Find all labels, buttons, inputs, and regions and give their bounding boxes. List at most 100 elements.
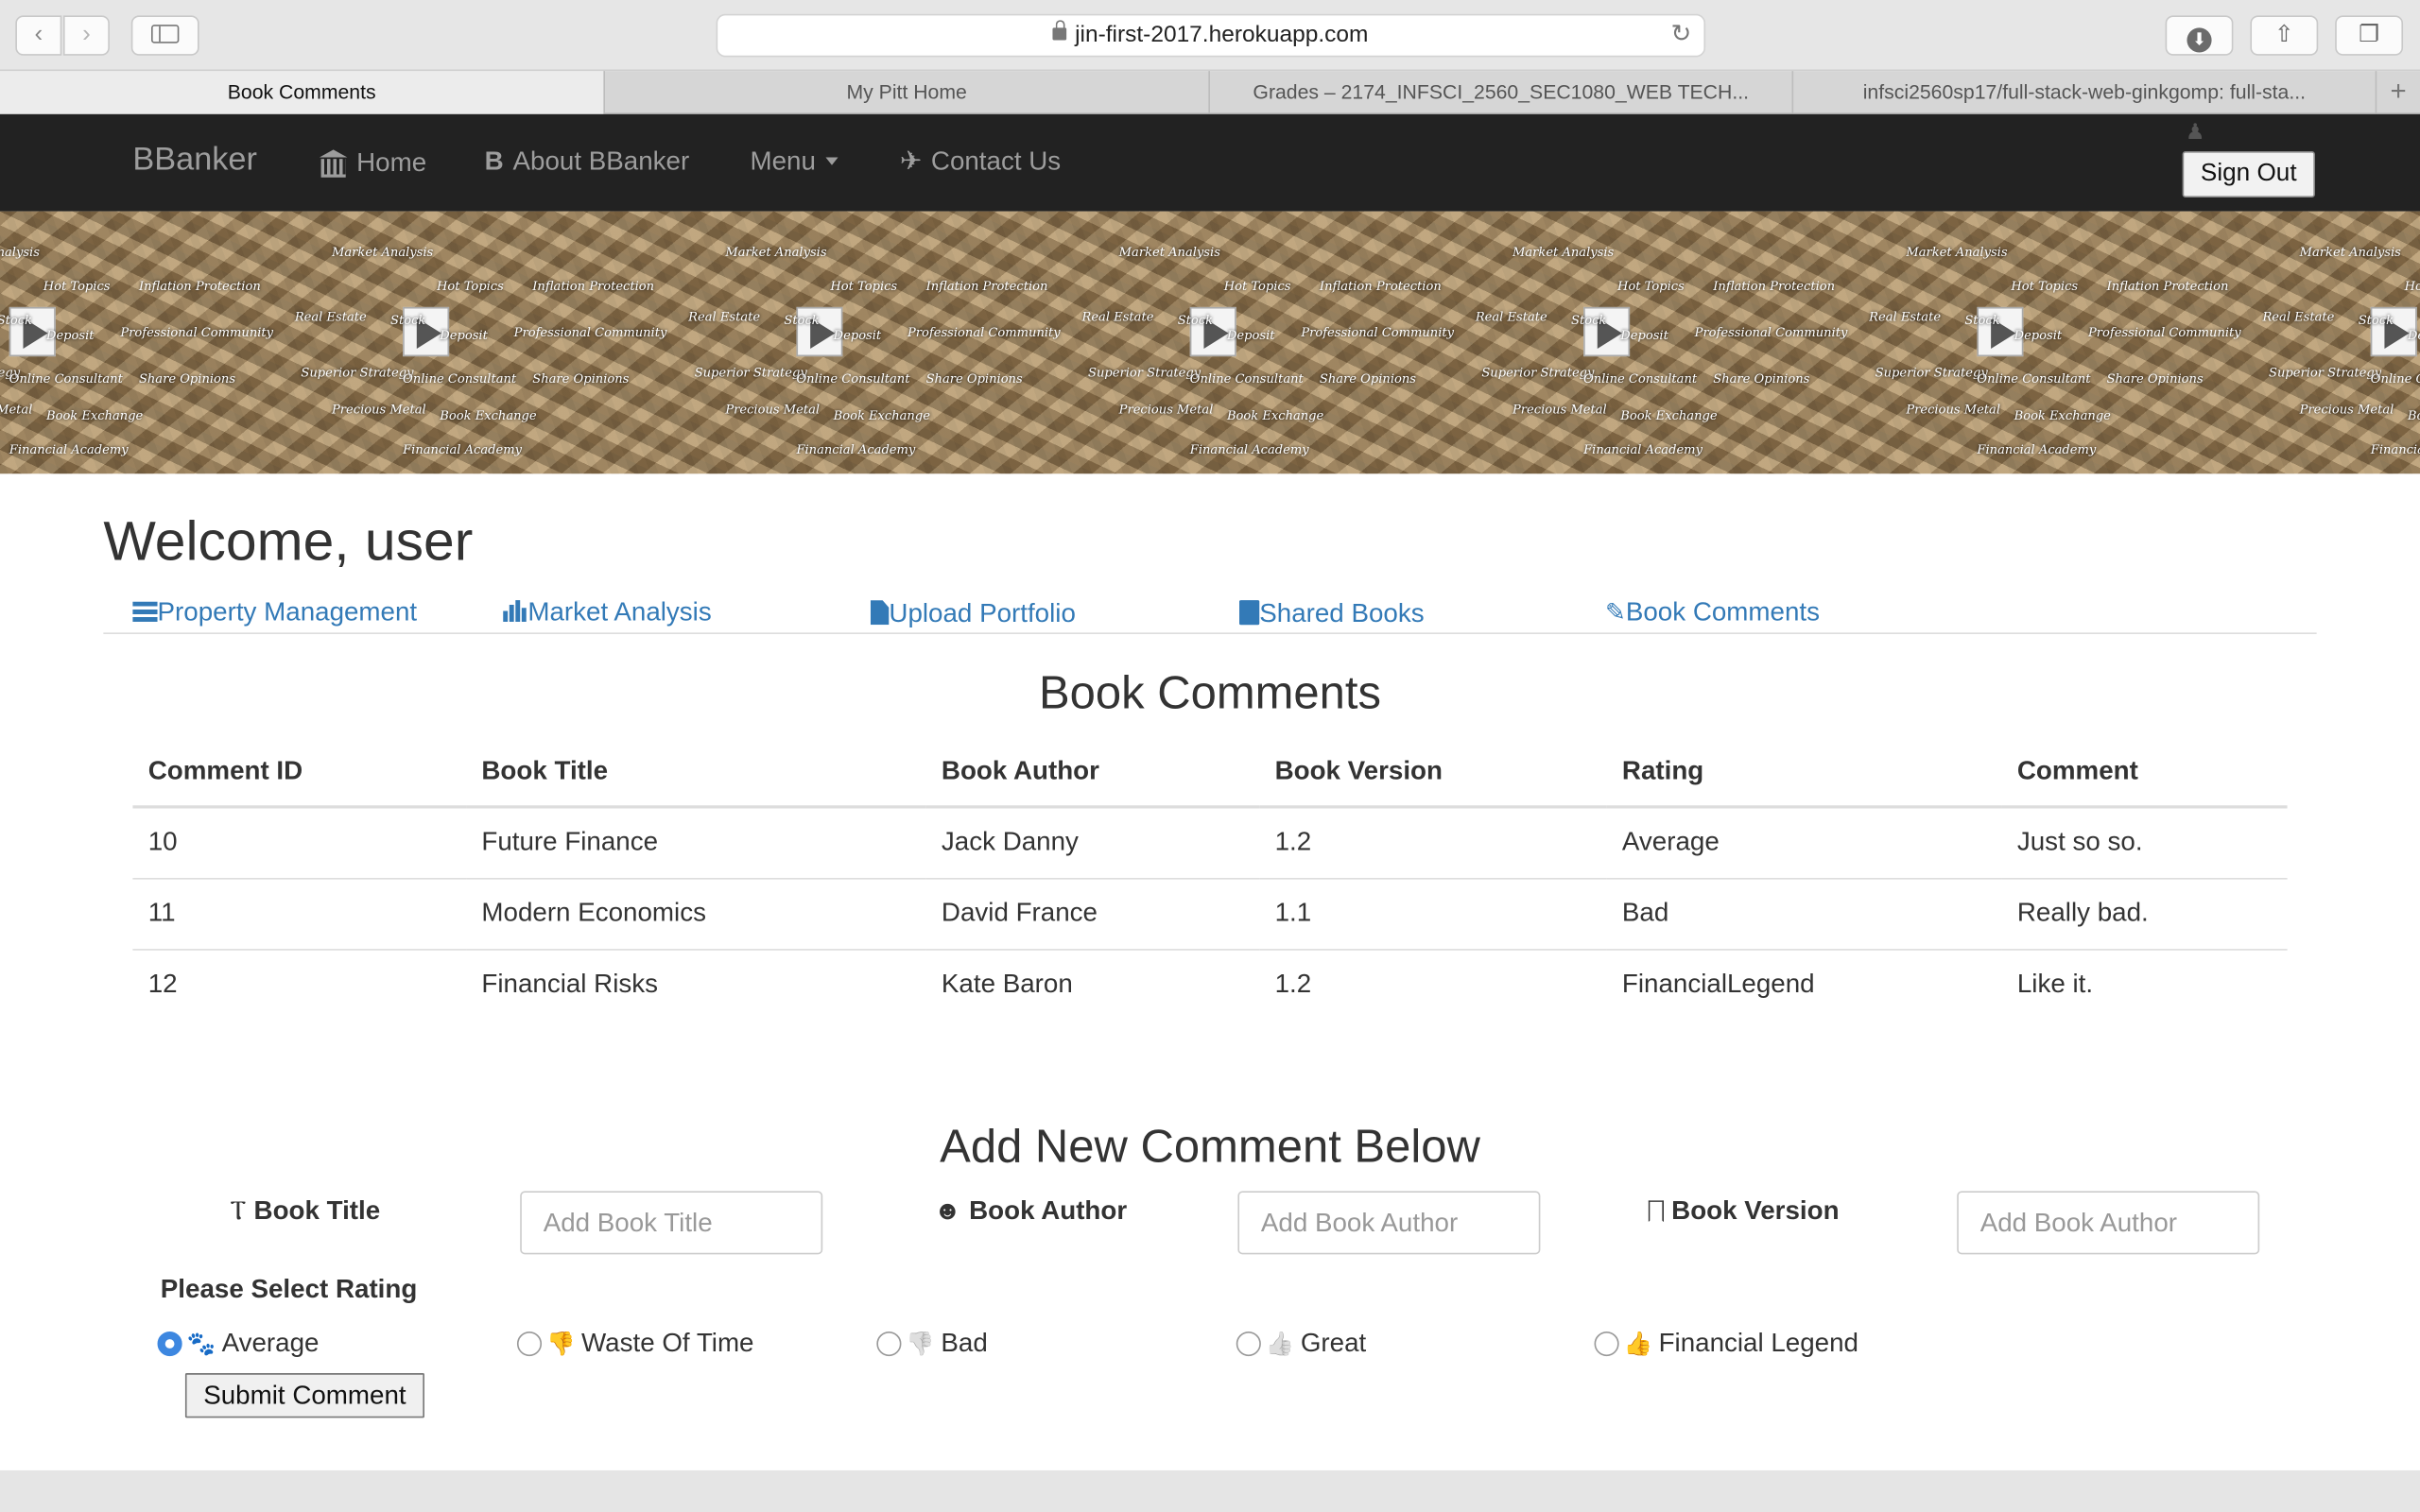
banner-tile: Market AnalysisHot TopicsInflation Prote… xyxy=(224,212,667,474)
subnav-book-comments[interactable]: ✎Book Comments xyxy=(1605,597,1820,628)
downloads-button[interactable]: ⬇ xyxy=(2165,15,2234,56)
banner-label: Hot Topics xyxy=(830,279,898,294)
bookmark-icon xyxy=(1648,1200,1664,1223)
add-comment-heading: Add New Comment Below xyxy=(940,1121,1480,1173)
radio-button[interactable] xyxy=(1594,1331,1619,1357)
banner-label: Market Analysis xyxy=(332,245,434,260)
nav-menu-label: Menu xyxy=(750,146,816,177)
book-title-input[interactable] xyxy=(520,1191,823,1255)
banner-label: Precious Metal xyxy=(1118,403,1214,417)
banner-label: Precious Metal xyxy=(2299,403,2394,417)
table-cell: Kate Baron xyxy=(925,948,1260,1021)
book-title-label-text: Book Title xyxy=(253,1195,381,1226)
table-cell: 11 xyxy=(132,877,467,950)
nav-about[interactable]: B About BBanker xyxy=(485,146,690,178)
book-author-input[interactable] xyxy=(1237,1191,1541,1255)
address-bar[interactable]: jin-first-2017.herokuapp.com ↻ xyxy=(716,13,1706,58)
page-title: Welcome, user xyxy=(103,508,474,573)
rating-option-great[interactable]: 👍 Great xyxy=(1236,1327,1366,1359)
table-row: 11 Modern Economics David France 1.1 Bad… xyxy=(132,877,2288,950)
banner-label: Share Opinions xyxy=(532,371,630,387)
banner-label: Precious Metal xyxy=(1906,403,2001,417)
tab-book-comments[interactable]: Book Comments xyxy=(0,71,605,114)
subnav-market-analysis[interactable]: Market Analysis xyxy=(503,597,712,628)
url-text: jin-first-2017.herokuapp.com xyxy=(1075,21,1369,48)
table-cell: 12 xyxy=(132,948,467,1021)
subnav-property-management[interactable]: Property Management xyxy=(132,597,417,628)
tab-grades[interactable]: Grades – 2174_INFSCI_2560_SEC1080_WEB TE… xyxy=(1210,71,1794,114)
nav-contact[interactable]: ✈ Contact Us xyxy=(900,146,1061,178)
user-circle-icon: ☻ xyxy=(933,1195,961,1226)
nav-home[interactable]: Home xyxy=(319,146,426,179)
banner-label: Hot Topics xyxy=(2011,279,2079,294)
brand-link[interactable]: BBanker xyxy=(132,142,257,179)
banner-tile: Market AnalysisHot TopicsInflation Prote… xyxy=(1011,212,1454,474)
table-cell: Bad xyxy=(1606,877,2002,950)
back-button[interactable]: ‹ xyxy=(15,15,62,56)
column-header: Rating xyxy=(1606,737,2002,809)
banner-label: Financial Academy xyxy=(9,442,129,457)
bar-chart-icon xyxy=(503,600,527,622)
rating-option-label: Bad xyxy=(941,1328,988,1358)
table-cell: 1.2 xyxy=(1259,948,1607,1021)
radio-button[interactable] xyxy=(1236,1331,1261,1357)
banner-label: Hot Topics xyxy=(437,279,504,294)
table-cell: Like it. xyxy=(2001,948,2288,1021)
book-icon xyxy=(1239,600,1260,626)
rating-option-bad[interactable]: 👎 Bad xyxy=(876,1327,988,1359)
nav-contact-label: Contact Us xyxy=(930,146,1062,177)
share-button[interactable]: ⇧ xyxy=(2250,15,2319,56)
banner-label: Real Estate xyxy=(1869,310,1942,324)
rating-option-waste-of-time[interactable]: 👎 Waste Of Time xyxy=(516,1327,753,1359)
chevron-left-icon: ‹ xyxy=(34,21,43,48)
banner-label: Real Estate xyxy=(1081,310,1154,324)
banner-label: Hot Topics xyxy=(1617,279,1685,294)
banner-label: Real Estate xyxy=(688,310,761,324)
banner-label: Financial Academy xyxy=(2370,442,2420,457)
reload-icon[interactable]: ↻ xyxy=(1670,15,1691,55)
book-version-input[interactable] xyxy=(1957,1191,2260,1255)
radio-button[interactable] xyxy=(876,1331,902,1357)
nav-menu-dropdown[interactable]: Menu xyxy=(750,146,838,178)
banner-label: Share Opinions xyxy=(1319,371,1417,387)
banner-label: Deposit xyxy=(1620,328,1668,343)
thumbs-up-outline-icon: 👍 xyxy=(1265,1331,1295,1358)
new-tab-button[interactable]: + xyxy=(2377,71,2420,114)
radio-button[interactable] xyxy=(516,1331,543,1357)
banner-image: Market AnalysisHot TopicsInflation Prote… xyxy=(0,211,2420,474)
banner-label: Stock xyxy=(390,313,426,328)
column-header: Comment ID xyxy=(132,737,467,809)
banner-label: Stock xyxy=(1571,313,1607,328)
banner-label: Superior Strategy xyxy=(1088,365,1201,380)
banner-label: Market Analysis xyxy=(1118,245,1220,260)
submit-comment-button[interactable]: Submit Comment xyxy=(184,1373,424,1418)
banner-label: Hot Topics xyxy=(1223,279,1291,294)
banner-label: Precious Metal xyxy=(1512,403,1607,417)
banner-label: Precious Metal xyxy=(332,403,426,417)
tab-my-pitt-home[interactable]: My Pitt Home xyxy=(605,71,1210,114)
subnav-shared-books[interactable]: Shared Books xyxy=(1239,597,1425,629)
sign-out-button[interactable]: Sign Out xyxy=(2182,150,2315,198)
book-version-label: Book Version xyxy=(1648,1195,1840,1227)
radio-button[interactable] xyxy=(157,1331,182,1357)
banner-label: Stock xyxy=(784,313,820,328)
rating-option-financial-legend[interactable]: 👍 Financial Legend xyxy=(1594,1327,1858,1359)
banner-label: Online Consultant xyxy=(2370,371,2420,387)
banner-tile: Market AnalysisHot TopicsInflation Prote… xyxy=(2191,212,2420,474)
rating-option-label: Average xyxy=(221,1328,320,1358)
tab-github-repo[interactable]: infsci2560sp17/full-stack-web-ginkgomp: … xyxy=(1793,71,2377,114)
tab-overview-button[interactable]: ❐ xyxy=(2335,15,2404,56)
paw-icon: 🐾 xyxy=(186,1331,216,1358)
sidebar-icon xyxy=(150,25,180,43)
banner-tile: Market AnalysisHot TopicsInflation Prote… xyxy=(0,212,273,474)
rating-option-average[interactable]: 🐾 Average xyxy=(157,1327,320,1359)
subnav-label: Property Management xyxy=(157,596,418,627)
forward-button[interactable]: › xyxy=(62,15,110,56)
sidebar-toggle-button[interactable] xyxy=(130,15,199,56)
banner-label: Deposit xyxy=(2407,328,2420,343)
subnav-upload-portfolio[interactable]: Upload Portfolio xyxy=(870,597,1076,629)
banner-tile: Market AnalysisHot TopicsInflation Prote… xyxy=(617,212,1061,474)
thumbs-down-icon: 👎 xyxy=(545,1331,576,1358)
paper-plane-icon: ✈ xyxy=(899,146,923,177)
book-author-label-text: Book Author xyxy=(969,1195,1128,1226)
